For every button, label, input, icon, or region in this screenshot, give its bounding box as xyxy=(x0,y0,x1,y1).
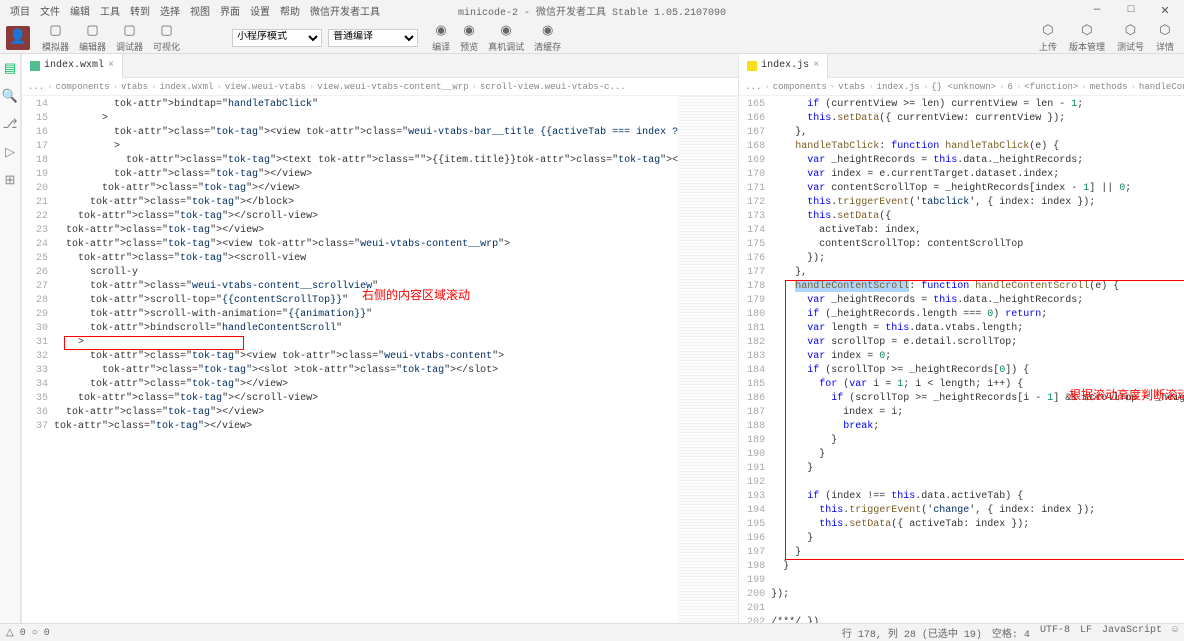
toolbar-right-item[interactable]: ⬡版本管理 xyxy=(1065,23,1109,53)
tab-index-js[interactable]: index.js × xyxy=(739,54,828,78)
git-icon[interactable]: ⎇ xyxy=(0,114,20,134)
menu-item[interactable]: 项目 xyxy=(6,3,34,19)
toolbar-right-item[interactable]: ⬡测试号 xyxy=(1113,23,1148,53)
app-title: 微信开发者工具 Stable 1.05.2107090 xyxy=(536,8,726,19)
language[interactable]: JavaScript xyxy=(1102,625,1162,641)
menu-item[interactable]: 微信开发者工具 xyxy=(306,3,384,19)
avatar[interactable]: 👤 xyxy=(6,26,30,50)
compile-select[interactable]: 普通编译 xyxy=(328,29,418,47)
close-icon[interactable]: × xyxy=(108,60,114,71)
status-bar: △ 0 ○ 0 行 178, 列 28 (已选中 19) 空格: 4 UTF-8… xyxy=(0,623,1184,641)
toolbar-item[interactable]: ▢调试器 xyxy=(112,23,147,53)
menu-item[interactable]: 转到 xyxy=(126,3,154,19)
toolbar-item[interactable]: ▢编辑器 xyxy=(75,23,110,53)
gutter-left: 14 15 16 17 18 19 20 21 22 23 24 25 26 2… xyxy=(22,96,54,623)
toolbar-action[interactable]: ◉清缓存 xyxy=(530,23,565,53)
tab-index-wxml[interactable]: index.wxml × xyxy=(22,54,123,78)
toolbar-right-item[interactable]: ⬡上传 xyxy=(1035,23,1061,53)
eol[interactable]: LF xyxy=(1080,625,1092,641)
menu-item[interactable]: 编辑 xyxy=(66,3,94,19)
window-minimize[interactable]: — xyxy=(1084,4,1110,18)
editor-pane-left: index.wxml × ...›components›vtabs›index.… xyxy=(22,54,739,623)
ext-icon[interactable]: ⊞ xyxy=(0,170,20,190)
toolbar-action[interactable]: ◉预览 xyxy=(456,23,482,53)
toolbar-action[interactable]: ◉真机调试 xyxy=(484,23,528,53)
minimap-left[interactable] xyxy=(678,96,738,623)
menu-item[interactable]: 文件 xyxy=(36,3,64,19)
toolbar-action[interactable]: ◉编译 xyxy=(428,23,454,53)
annotation-right: 根据滚动高度判断滚动到哪里了 xyxy=(1069,386,1184,403)
toolbar-item[interactable]: ▢模拟器 xyxy=(38,23,73,53)
cursor-position[interactable]: 行 178, 列 28 (已选中 19) xyxy=(842,625,982,641)
menu-item[interactable]: 设置 xyxy=(246,3,274,19)
search-icon[interactable]: 🔍 xyxy=(0,86,20,106)
menu-item[interactable]: 工具 xyxy=(96,3,124,19)
encoding[interactable]: UTF-8 xyxy=(1040,625,1070,641)
editor-pane-right: index.js × ...›components›vtabs›index.js… xyxy=(739,54,1184,623)
window-close[interactable]: ✕ xyxy=(1152,4,1178,18)
title-bar: 项目文件编辑工具转到选择视图界面设置帮助微信开发者工具 minicode-2 -… xyxy=(0,0,1184,22)
gutter-right: 165 166 167 168 169 170 171 172 173 174 … xyxy=(739,96,771,623)
debug-icon[interactable]: ▷ xyxy=(0,142,20,162)
menu-item[interactable]: 帮助 xyxy=(276,3,304,19)
breadcrumb-right[interactable]: ...›components›vtabs›index.js›{} <unknow… xyxy=(739,78,1184,96)
close-icon[interactable]: × xyxy=(813,60,819,71)
main-toolbar: 👤 ▢模拟器▢编辑器▢调试器▢可视化 小程序模式 普通编译 ◉编译◉预览◉真机调… xyxy=(0,22,1184,54)
breadcrumb-left[interactable]: ...›components›vtabs›index.wxml›view.weu… xyxy=(22,78,738,96)
project-name: minicode-2 xyxy=(458,8,518,19)
explorer-icon[interactable]: ▤ xyxy=(0,58,20,78)
menu-item[interactable]: 界面 xyxy=(216,3,244,19)
menu-item[interactable]: 选择 xyxy=(156,3,184,19)
activity-bar: ▤ 🔍 ⎇ ▷ ⊞ xyxy=(0,54,21,623)
window-maximize[interactable]: □ xyxy=(1118,4,1144,18)
annotation-left: 右侧的内容区域滚动 xyxy=(362,286,470,303)
toolbar-right-item[interactable]: ⬡详情 xyxy=(1152,23,1178,53)
indent[interactable]: 空格: 4 xyxy=(992,625,1030,641)
code-left[interactable]: tok-attr">bindtap="handleTabClick" > tok… xyxy=(54,96,678,623)
mode-select[interactable]: 小程序模式 xyxy=(232,29,322,47)
status-left[interactable]: △ 0 ○ 0 xyxy=(6,627,50,639)
code-right[interactable]: if (currentView >= len) currentView = le… xyxy=(771,96,1184,623)
feedback-icon[interactable]: ☺ xyxy=(1172,625,1178,641)
toolbar-item[interactable]: ▢可视化 xyxy=(149,23,184,53)
menu-item[interactable]: 视图 xyxy=(186,3,214,19)
